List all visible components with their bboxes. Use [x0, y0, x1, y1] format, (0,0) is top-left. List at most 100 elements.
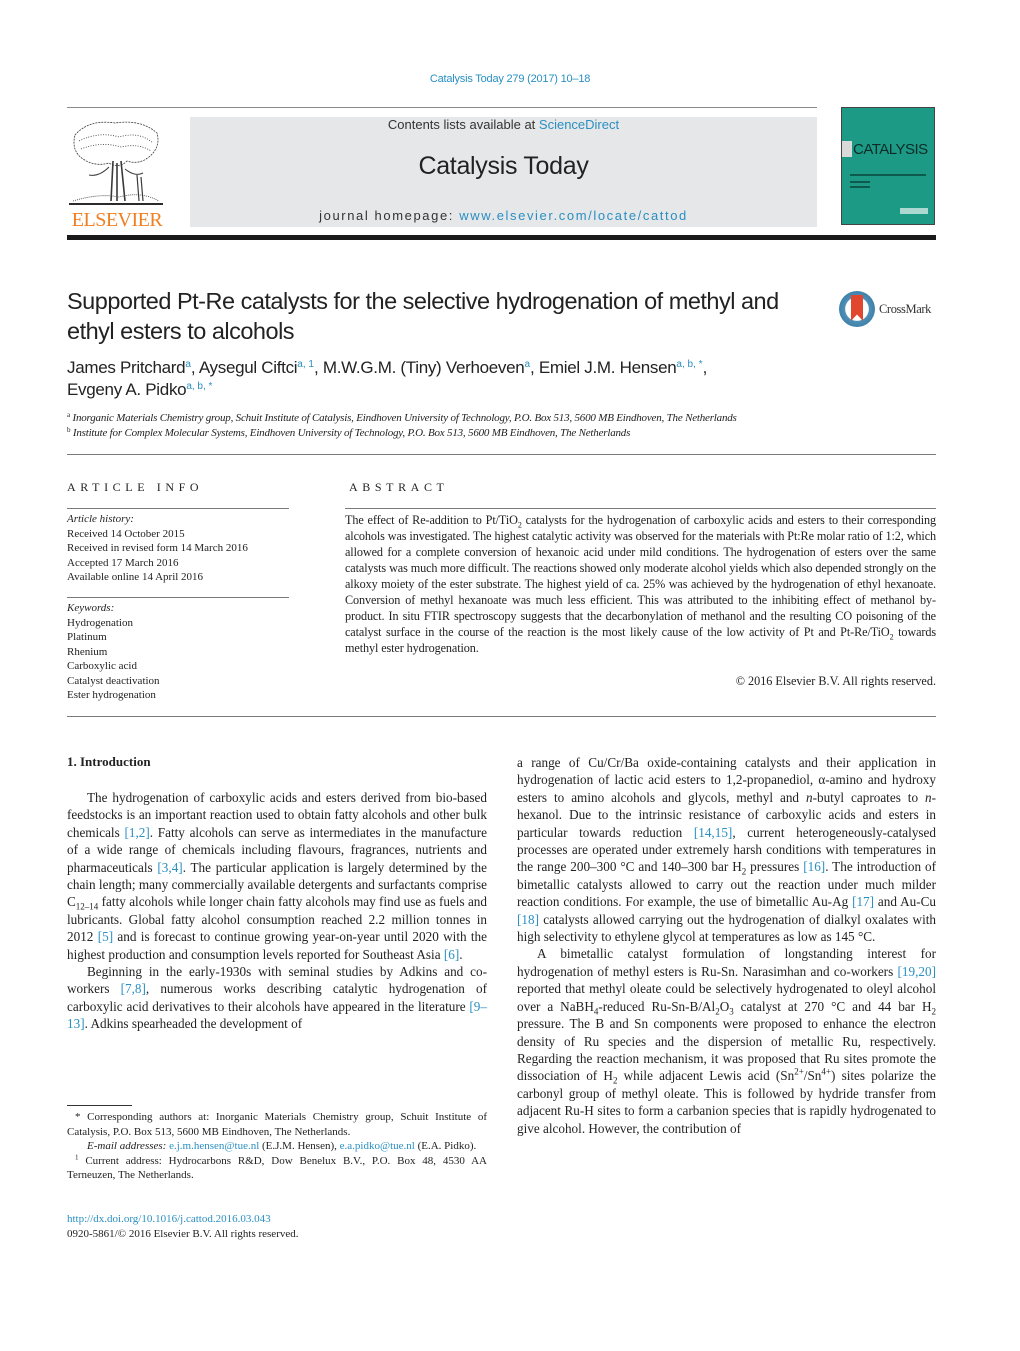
affiliations: a Inorganic Materials Chemistry group, S… — [67, 411, 937, 441]
author-separator: , — [313, 358, 323, 377]
article-info-heading: ARTICLE INFO — [67, 480, 204, 494]
email-link[interactable]: e.j.m.hensen@tue.nl — [169, 1140, 259, 1152]
current-address-note: 1 Current address: Hydrocarbons R&D, Dow… — [67, 1153, 487, 1183]
author-name[interactable]: Aysegul Ciftci — [199, 358, 298, 377]
abstract-copyright: © 2016 Elsevier B.V. All rights reserved… — [735, 674, 936, 688]
journal-title: Catalysis Today — [418, 152, 589, 180]
journal-citation-link[interactable]: Catalysis Today 279 (2017) 10–18 — [0, 73, 1020, 85]
citation-link[interactable]: [18] — [517, 912, 539, 927]
section-heading-introduction: 1. Introduction — [67, 754, 151, 769]
info-rule — [67, 508, 289, 509]
cover-title: CATALYSIS — [842, 141, 934, 158]
email-label: E-mail addresses: — [87, 1140, 170, 1152]
keyword-item: Hydrogenation — [67, 616, 133, 629]
citation-link[interactable]: [5] — [98, 929, 113, 944]
superscript: 2+ — [794, 1066, 804, 1077]
issn-copyright: 0920-5861/© 2016 Elsevier B.V. All right… — [67, 1227, 299, 1240]
abstract-heading: ABSTRACT — [349, 480, 449, 494]
subscript: 12–14 — [75, 902, 99, 913]
citation-link[interactable]: [6] — [444, 947, 459, 962]
text: and is forecast to continue growing year… — [67, 929, 488, 962]
subscript: 2 — [931, 1006, 937, 1017]
citation-link[interactable]: [3,4] — [157, 860, 182, 875]
author-separator: , — [190, 358, 199, 377]
elsevier-logo[interactable]: ELSEVIER — [67, 115, 167, 231]
doi-link[interactable]: http://dx.doi.org/10.1016/j.cattod.2016.… — [67, 1213, 271, 1225]
history-item: Available online 14 April 2016 — [67, 571, 204, 583]
cover-text-line — [850, 174, 926, 176]
author-separator: , — [530, 358, 539, 377]
email-note: E-mail addresses: e.j.m.hensen@tue.nl (E… — [67, 1139, 487, 1154]
author-name[interactable]: M.W.G.M. (Tiny) Verhoeven — [323, 358, 525, 377]
keyword-item: Platinum — [67, 631, 107, 643]
affiliation-item: a Inorganic Materials Chemistry group, S… — [67, 411, 937, 426]
journal-cover-image[interactable]: CATALYSIS — [841, 107, 935, 225]
paragraph: The hydrogenation of carboxylic acids an… — [67, 789, 487, 963]
history-item: Accepted 17 March 2016 — [67, 556, 179, 569]
crossmark-button[interactable]: CrossMark — [839, 291, 939, 329]
contents-line: Contents lists available at ScienceDirec… — [190, 117, 817, 132]
section-rule — [67, 716, 936, 717]
citation-link[interactable]: [1,2] — [124, 825, 149, 840]
text: -butyl caproates to — [812, 789, 926, 805]
keyword-item: Rhenium — [67, 645, 108, 658]
sciencedirect-link[interactable]: ScienceDirect — [539, 117, 619, 132]
text: catalysts allowed carrying out the hydro… — [517, 911, 936, 945]
citation-link[interactable]: [7,8] — [121, 981, 146, 996]
cover-text-line — [850, 181, 870, 183]
italic-text: n — [925, 789, 932, 805]
left-column: The hydrogenation of carboxylic acids an… — [67, 789, 487, 1033]
journal-homepage-link[interactable]: www.elsevier.com/locate/cattod — [459, 208, 688, 223]
author-list: James Pritcharda, Aysegul Ciftcia, 1, M.… — [67, 357, 857, 401]
paragraph: Beginning in the early-1930s with semina… — [67, 963, 487, 1033]
keyword-item: Ester hydrogenation — [67, 689, 156, 701]
text: -reduced Ru-Sn-B/Al — [598, 998, 716, 1014]
journal-homepage-line: journal homepage: www.elsevier.com/locat… — [190, 208, 817, 223]
elsevier-tree-icon — [69, 121, 163, 205]
keyword-item: Catalyst deactivation — [67, 674, 160, 687]
text: catalyst at 270 °C and 44 bar H — [733, 998, 932, 1014]
text: /Sn — [803, 1068, 822, 1084]
text: O — [719, 998, 730, 1014]
keyword-item: Carboxylic acid — [67, 660, 137, 672]
author-name[interactable]: Evgeny A. Pidko — [67, 380, 187, 399]
affiliation-item: b Institute for Complex Molecular System… — [67, 426, 937, 441]
footnote-rule — [67, 1105, 132, 1106]
contents-prefix: Contents lists available at — [387, 117, 539, 132]
superscript: 4+ — [821, 1066, 831, 1077]
journal-masthead: Contents lists available at ScienceDirec… — [190, 117, 817, 227]
cover-title-text: CATALYSIS — [853, 141, 928, 158]
citation-link[interactable]: [17] — [852, 894, 874, 909]
author-affiliation-mark[interactable]: a, 1 — [297, 359, 314, 370]
cover-title-box — [842, 141, 852, 157]
citation-link[interactable]: [14,15] — [694, 825, 732, 840]
email-link[interactable]: e.a.pidko@tue.nl — [340, 1140, 415, 1152]
author-affiliation-mark[interactable]: a, b, * — [676, 359, 702, 370]
email-owner: (E.A. Pidko). — [414, 1140, 477, 1152]
affiliation-text: Inorganic Materials Chemistry group, Sch… — [72, 412, 737, 424]
citation-link[interactable]: [16] — [803, 859, 825, 874]
affiliation-key: b — [67, 426, 71, 434]
right-column: a range of Cu/Cr/Ba oxide-containing cat… — [517, 754, 936, 1137]
cover-publisher-mark — [900, 208, 928, 214]
author-separator: , — [702, 358, 708, 377]
crossmark-label: CrossMark — [879, 302, 931, 316]
history-item: Received in revised form 14 March 2016 — [67, 542, 248, 554]
text: and Au-Cu — [874, 894, 936, 910]
email-owner: (E.J.M. Hensen), — [259, 1140, 340, 1152]
cover-text-line — [850, 186, 870, 188]
footnotes: * Corresponding authors at: Inorganic Ma… — [67, 1110, 487, 1183]
history-label: Article history: — [67, 513, 134, 525]
paragraph: a range of Cu/Cr/Ba oxide-containing cat… — [517, 754, 936, 945]
citation-link[interactable]: [19,20] — [898, 964, 936, 979]
author-name[interactable]: Emiel J.M. Hensen — [539, 358, 677, 377]
text: pressures — [746, 859, 804, 875]
author-affiliation-mark[interactable]: a, b, * — [186, 381, 212, 392]
author-name[interactable]: James Pritchard — [67, 358, 186, 377]
footnote-text: Corresponding authors at: Inorganic Mate… — [67, 1111, 487, 1138]
abstract-text: The effect of Re-addition to Pt/TiO2 cat… — [345, 512, 936, 656]
section-rule — [67, 454, 936, 455]
info-rule — [67, 597, 289, 598]
affiliation-key: a — [67, 411, 70, 419]
italic-text: n — [805, 789, 813, 805]
